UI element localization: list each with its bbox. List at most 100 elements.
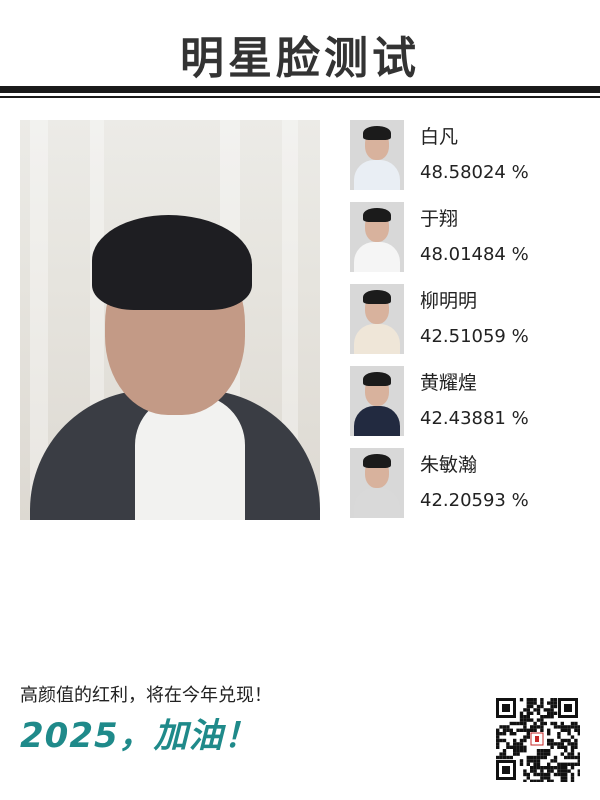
qr-module [564,776,568,780]
qr-module [523,721,527,726]
qr-module [547,766,551,770]
qr-module [536,772,541,777]
qr-module [523,715,527,719]
qr-module [533,779,537,782]
qr-module [533,759,537,763]
qr-module [530,759,534,763]
qr-module [553,759,558,763]
qr-module [502,728,507,732]
qr-module [543,755,547,760]
match-photo [350,120,404,190]
qr-module [519,745,524,749]
qr-module [530,701,534,705]
qr-module [543,752,547,756]
qr-code[interactable] [494,696,580,782]
qr-module [567,742,571,746]
qr-module [516,721,520,726]
match-item[interactable]: 于翔 48.01484 % [350,202,590,272]
qr-module [574,755,578,760]
qr-module [526,735,530,739]
qr-module [530,711,534,715]
qr-module [516,745,520,749]
qr-module [523,772,527,777]
qr-module [513,745,517,749]
qr-module [496,735,500,739]
match-item[interactable]: 白凡 48.58024 % [350,120,590,190]
qr-module [536,752,541,756]
qr-module [570,762,575,766]
qr-module [523,749,527,753]
match-item[interactable]: 朱敏瀚 42.20593 % [350,448,590,518]
qr-module [577,759,580,763]
qr-module [550,738,554,743]
qr-module [523,718,527,722]
match-photo [350,284,404,354]
qr-module [523,745,527,749]
qr-module [526,711,530,715]
qr-module [540,701,544,705]
qr-module [530,728,534,732]
qr-module [526,772,530,777]
qr-module [557,762,561,766]
qr-module [519,762,524,766]
qr-module [516,749,520,753]
qr-module [536,755,541,760]
qr-module [502,732,507,736]
qr-module [519,718,524,722]
qr-module [526,715,530,719]
qr-module [530,725,534,729]
qr-module [502,725,507,729]
qr-module [553,772,558,777]
qr-module [509,728,513,732]
qr-module [543,766,547,770]
qr-module [526,755,530,760]
qr-module [533,708,537,712]
qr-module [540,704,544,709]
match-body [354,242,400,272]
qr-module [540,728,544,732]
qr-module [550,766,554,770]
qr-module [496,745,500,749]
qr-module [496,738,500,743]
qr-module [519,721,524,726]
qr-module [533,721,537,726]
qr-module [540,721,544,726]
qr-module [567,769,571,773]
qr-module [543,776,547,780]
match-score: 42.43881 % [420,408,529,429]
match-body [354,324,400,354]
qr-module [523,725,527,729]
qr-module [513,732,517,736]
qr-module [564,749,568,753]
match-photo [350,448,404,518]
qr-module [499,738,503,743]
qr-module [540,718,544,722]
match-hair [363,454,391,468]
qr-module [553,704,558,709]
qr-module [536,704,541,709]
qr-module [560,772,564,777]
qr-module [533,725,537,729]
qr-module [560,728,564,732]
qr-module [547,708,551,712]
qr-module [502,752,507,756]
match-item[interactable]: 柳明明 42.51059 % [350,284,590,354]
qr-module [513,749,517,753]
qr-module [536,779,541,782]
qr-module [547,732,551,736]
qr-module [550,745,554,749]
qr-module [506,725,510,729]
qr-module [516,752,520,756]
qr-module [547,776,551,780]
qr-module [526,759,530,763]
qr-module [547,752,551,756]
header-divider-thin [0,96,600,98]
match-item[interactable]: 黄耀煌 42.43881 % [350,366,590,436]
qr-module [533,762,537,766]
qr-module [547,762,551,766]
qr-module [499,732,503,736]
qr-module [533,728,537,732]
qr-module [547,749,551,753]
qr-module [570,752,575,756]
qr-module [564,745,568,749]
